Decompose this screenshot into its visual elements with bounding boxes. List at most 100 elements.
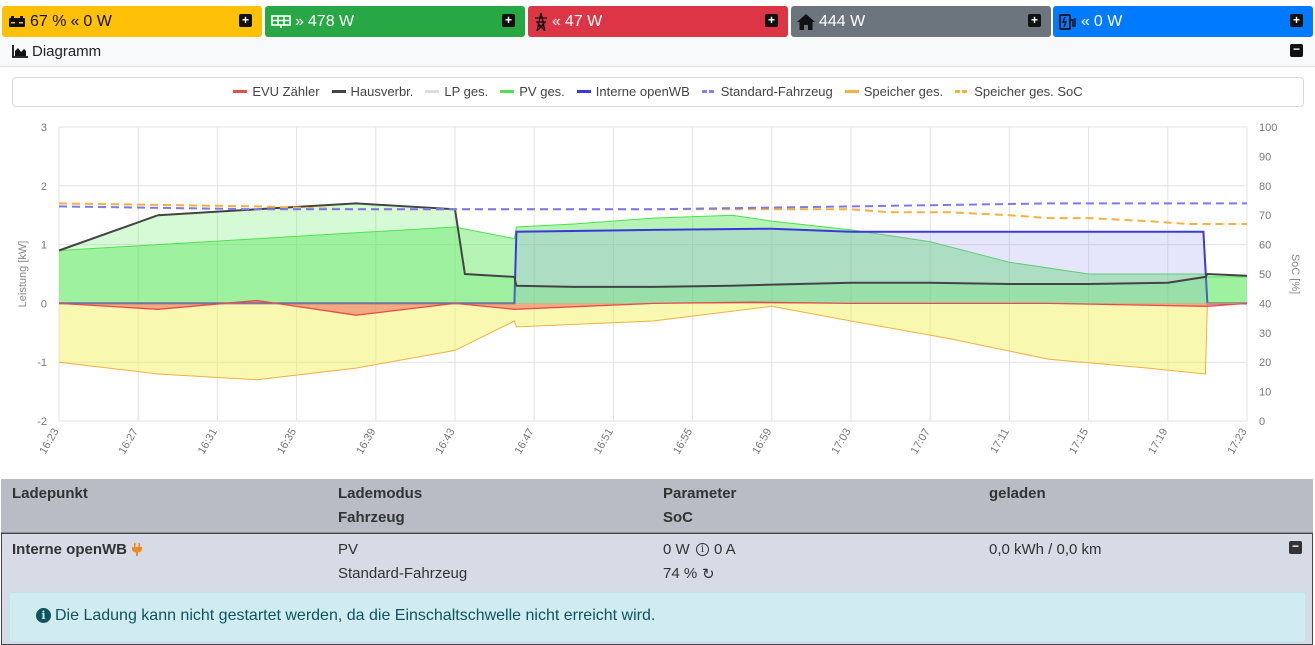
pv-tile[interactable]: » 478 W + xyxy=(265,6,525,37)
x-tick-label: 17:11 xyxy=(988,427,1012,456)
legend-item[interactable]: PV ges. xyxy=(500,84,565,99)
x-tick-label: 16:59 xyxy=(750,427,774,457)
x-tick-label: 16:31 xyxy=(196,427,220,457)
charge-current: 0 A xyxy=(714,541,736,558)
col-ladepunkt: Ladepunkt xyxy=(12,485,88,502)
collapse-chart-button[interactable]: − xyxy=(1290,43,1303,57)
double-chevron-left-icon: « xyxy=(552,12,561,30)
y-tick-label: 2 xyxy=(41,181,47,193)
info-alert: i Die Ladung kann nicht gestartet werden… xyxy=(9,592,1306,642)
double-chevron-left-icon: « xyxy=(1081,12,1090,30)
chart-legend: EVU Zähler Hausverbr. LP ges. PV ges. Intern… xyxy=(12,77,1304,107)
y2-tick-label: 0 xyxy=(1259,416,1265,428)
legend-swatch xyxy=(500,90,515,93)
battery-soc: 67 % xyxy=(30,12,67,30)
pv-power: 478 W xyxy=(307,12,355,30)
y2-tick-label: 50 xyxy=(1259,269,1271,281)
collapse-row-button[interactable]: − xyxy=(1289,540,1302,554)
y2-tick-label: 60 xyxy=(1259,240,1271,252)
x-tick-label: 16:35 xyxy=(275,427,299,457)
chart-panel-title: Diagramm xyxy=(32,43,102,60)
plug-icon xyxy=(132,543,142,556)
legend-item[interactable]: LP ges. xyxy=(425,84,488,99)
legend-label: LP ges. xyxy=(444,84,489,99)
double-chevron-left-icon: « xyxy=(70,12,80,30)
col-fahrzeug: Fahrzeug xyxy=(338,509,405,526)
charged-energy: 0,0 kWh / 0,0 km xyxy=(989,541,1102,558)
solar-panel-icon xyxy=(271,14,291,28)
wallbox-tile[interactable]: « 0 W + xyxy=(1053,6,1313,37)
x-tick-label: 16:27 xyxy=(117,427,141,457)
x-tick-label: 16:39 xyxy=(354,427,378,457)
col-parameter: Parameter xyxy=(663,485,737,502)
chart-panel-header: Diagramm − xyxy=(0,38,1315,67)
table-row[interactable]: Interne openWB PV Standard-Fahrzeug 0 W … xyxy=(1,533,1313,645)
series-line-standard-fahrzeug xyxy=(58,202,1247,211)
legend-label: Hausverbr. xyxy=(350,84,414,99)
status-bar: 67 % « 0 W + » 478 W + « 47 W + 444 W + … xyxy=(0,0,1315,38)
legend-item[interactable]: Hausverbr. xyxy=(331,84,414,99)
charge-point-name[interactable]: Interne openWB xyxy=(12,541,127,558)
legend-item[interactable]: Speicher ges. SoC xyxy=(955,84,1083,99)
expand-pv-button[interactable]: + xyxy=(502,14,515,27)
y2-tick-label: 10 xyxy=(1259,387,1271,399)
legend-label: PV ges. xyxy=(519,84,565,99)
x-tick-label: 16:51 xyxy=(592,427,616,457)
vehicle-name[interactable]: Standard-Fahrzeug xyxy=(338,565,467,582)
x-tick-label: 17:07 xyxy=(909,427,933,457)
y2-tick-label: 80 xyxy=(1259,181,1271,193)
y-tick-label: 1 xyxy=(41,240,47,252)
y2-axis-label: SoC [%] xyxy=(1289,254,1301,294)
charge-point-table: Ladepunkt Lademodus Fahrzeug Parameter S… xyxy=(1,479,1313,645)
col-geladen: geladen xyxy=(989,485,1046,502)
y2-tick-label: 30 xyxy=(1259,328,1271,340)
double-chevron-right-icon: » xyxy=(295,12,304,30)
area-chart-icon xyxy=(12,45,28,58)
legend-swatch xyxy=(331,90,346,93)
legend-swatch xyxy=(701,90,716,93)
expand-battery-button[interactable]: + xyxy=(239,14,252,27)
battery-power: 0 W xyxy=(83,12,112,30)
grid-power: 47 W xyxy=(564,12,603,30)
charge-power: 0 W xyxy=(663,541,690,558)
series-area-speicher-ges- xyxy=(59,303,1247,380)
legend-label: EVU Zähler xyxy=(252,84,320,99)
power-chart: 3210-1-2100908070605040302010016:23 16:27… xyxy=(17,122,1301,457)
legend-swatch xyxy=(844,90,859,93)
alert-message: Die Ladung kann nicht gestartet werden, … xyxy=(55,607,656,624)
legend-label: Speicher ges. xyxy=(863,84,944,99)
x-tick-label: 17:23 xyxy=(1225,427,1249,457)
charge-mode[interactable]: PV xyxy=(338,541,358,558)
legend-item[interactable]: EVU Zähler xyxy=(233,84,320,99)
info-circle-icon[interactable]: i xyxy=(696,543,709,556)
charging-station-icon xyxy=(1059,13,1076,30)
expand-wallbox-button[interactable]: + xyxy=(1290,14,1303,27)
x-tick-label: 17:15 xyxy=(1067,427,1091,457)
expand-grid-button[interactable]: + xyxy=(765,14,778,27)
expand-house-button[interactable]: + xyxy=(1028,14,1041,27)
house-tile[interactable]: 444 W + xyxy=(791,6,1051,37)
grid-tile[interactable]: « 47 W + xyxy=(528,6,788,37)
x-tick-label: 16:43 xyxy=(433,427,457,457)
house-power: 444 W xyxy=(819,12,866,30)
y-tick-label: -1 xyxy=(37,357,47,369)
legend-item[interactable]: Interne openWB xyxy=(576,84,690,99)
y-tick-label: -2 xyxy=(37,416,47,428)
y2-tick-label: 40 xyxy=(1259,298,1271,310)
y2-tick-label: 90 xyxy=(1259,151,1271,163)
info-icon: i xyxy=(36,608,51,623)
legend-swatch xyxy=(233,90,248,93)
col-lademodus: Lademodus xyxy=(338,485,423,502)
y2-tick-label: 20 xyxy=(1259,357,1271,369)
y-axis-label: Leistung [kW] xyxy=(17,241,29,308)
battery-icon xyxy=(9,15,25,27)
battery-tile[interactable]: 67 % « 0 W + xyxy=(2,6,262,37)
legend-item[interactable]: Standard-Fahrzeug xyxy=(701,84,833,99)
legend-item[interactable]: Speicher ges. xyxy=(844,84,944,99)
legend-swatch xyxy=(576,90,591,93)
vehicle-soc: 74 % xyxy=(663,565,698,582)
y2-tick-label: 70 xyxy=(1259,210,1271,222)
refresh-icon[interactable]: ↻ xyxy=(702,565,715,583)
y-tick-label: 0 xyxy=(41,298,47,310)
wallbox-power: 0 W xyxy=(1093,12,1123,30)
